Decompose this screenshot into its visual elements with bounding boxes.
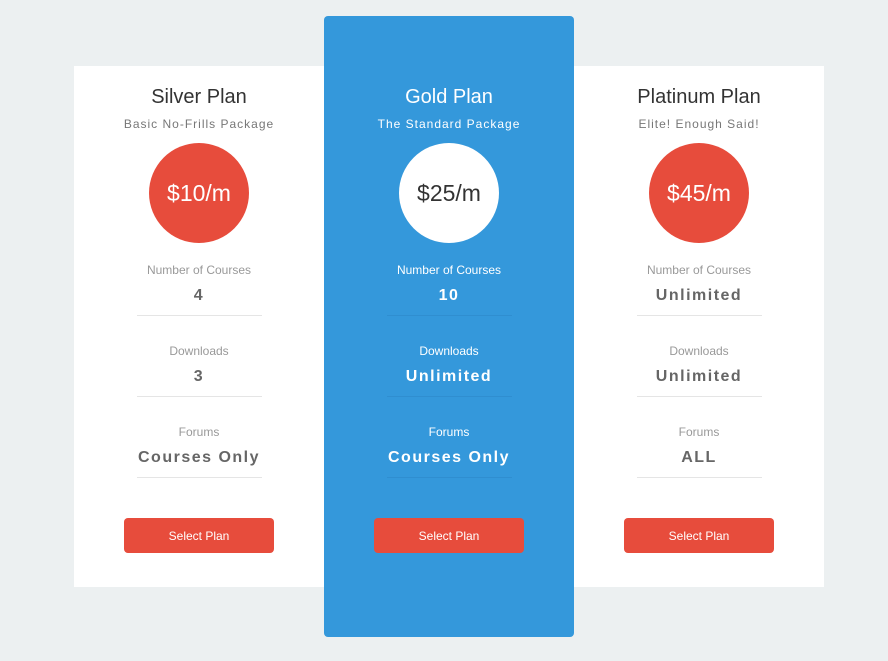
plan-title: Gold Plan bbox=[405, 86, 493, 108]
feature-list: Number of Courses 4 Downloads 3 Forums C… bbox=[74, 262, 324, 478]
feature-list: Number of Courses Unlimited Downloads Un… bbox=[574, 262, 824, 478]
feature-downloads: Downloads Unlimited bbox=[636, 343, 762, 397]
feature-downloads: Downloads 3 bbox=[136, 343, 262, 397]
feature-value: Unlimited bbox=[655, 368, 743, 385]
feature-label: Forums bbox=[178, 425, 220, 439]
select-plan-button-silver[interactable]: Select Plan bbox=[124, 518, 274, 553]
plan-title: Silver Plan bbox=[151, 86, 247, 108]
feature-label: Number of Courses bbox=[146, 263, 252, 277]
feature-forums: Forums Courses Only bbox=[386, 424, 512, 478]
feature-label: Forums bbox=[678, 425, 720, 439]
select-plan-button-gold[interactable]: Select Plan bbox=[374, 518, 524, 553]
feature-value: Courses Only bbox=[387, 449, 511, 466]
feature-courses: Number of Courses 10 bbox=[386, 262, 512, 316]
feature-value: 4 bbox=[193, 287, 205, 304]
feature-list: Number of Courses 10 Downloads Unlimited… bbox=[324, 262, 574, 478]
feature-courses: Number of Courses 4 bbox=[136, 262, 262, 316]
feature-value: 3 bbox=[193, 368, 205, 385]
plan-title: Platinum Plan bbox=[637, 86, 761, 108]
feature-courses: Number of Courses Unlimited bbox=[636, 262, 762, 316]
plan-subtitle: Basic No-Frills Package bbox=[123, 117, 275, 131]
pricing-card-platinum: Platinum Plan Elite! Enough Said! $45/m … bbox=[574, 66, 824, 587]
feature-label: Downloads bbox=[169, 344, 229, 358]
plan-subtitle: Elite! Enough Said! bbox=[638, 117, 760, 131]
feature-value: Unlimited bbox=[655, 287, 743, 304]
plan-subtitle: The Standard Package bbox=[377, 117, 521, 131]
feature-forums: Forums Courses Only bbox=[136, 424, 262, 478]
feature-value: Courses Only bbox=[137, 449, 261, 466]
feature-value: ALL bbox=[681, 449, 717, 466]
feature-label: Number of Courses bbox=[396, 263, 502, 277]
feature-label: Number of Courses bbox=[646, 263, 752, 277]
feature-forums: Forums ALL bbox=[636, 424, 762, 478]
price-badge: $45/m bbox=[649, 143, 749, 243]
price-badge: $25/m bbox=[399, 143, 499, 243]
feature-value: Unlimited bbox=[405, 368, 493, 385]
select-plan-button-platinum[interactable]: Select Plan bbox=[624, 518, 774, 553]
feature-downloads: Downloads Unlimited bbox=[386, 343, 512, 397]
feature-label: Forums bbox=[428, 425, 470, 439]
price-badge: $10/m bbox=[149, 143, 249, 243]
feature-label: Downloads bbox=[669, 344, 729, 358]
pricing-card-gold: Gold Plan The Standard Package $25/m Num… bbox=[324, 16, 574, 637]
feature-label: Downloads bbox=[419, 344, 479, 358]
feature-value: 10 bbox=[438, 287, 460, 304]
pricing-card-silver: Silver Plan Basic No-Frills Package $10/… bbox=[74, 66, 324, 587]
